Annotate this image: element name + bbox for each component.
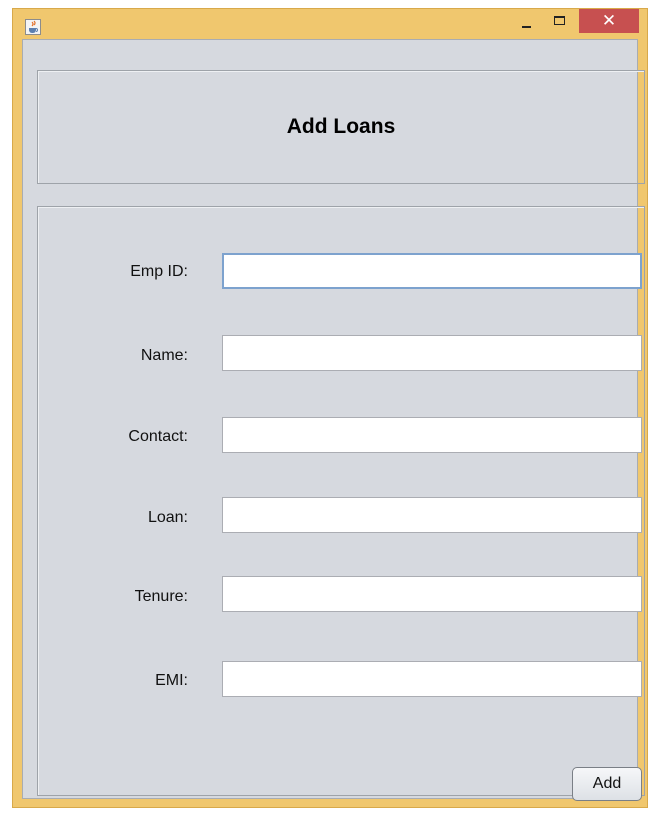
emp-id-input[interactable] bbox=[222, 253, 642, 289]
name-input[interactable] bbox=[222, 335, 642, 371]
close-icon[interactable]: ✕ bbox=[579, 9, 639, 33]
tenure-input[interactable] bbox=[222, 576, 642, 612]
add-button[interactable]: Add bbox=[572, 767, 642, 801]
app-window: ✕ Add Loans Emp ID: Name: Contact: Loan:… bbox=[12, 8, 648, 808]
page-title: Add Loans bbox=[286, 115, 396, 138]
loan-input[interactable] bbox=[222, 497, 642, 533]
minimize-icon[interactable] bbox=[509, 9, 543, 35]
content-pane: Add Loans Emp ID: Name: Contact: Loan: T… bbox=[22, 39, 645, 801]
emp-id-label: Emp ID: bbox=[130, 263, 188, 280]
loan-form: Emp ID: Name: Contact: Loan: Tenure: EMI… bbox=[37, 206, 645, 801]
java-cup-icon[interactable] bbox=[25, 19, 41, 35]
header-panel: Add Loans bbox=[37, 70, 645, 184]
maximize-icon[interactable] bbox=[543, 9, 577, 35]
tenure-label: Tenure: bbox=[134, 588, 188, 605]
contact-label: Contact: bbox=[128, 428, 188, 445]
emi-label: EMI: bbox=[155, 672, 188, 689]
contact-input[interactable] bbox=[222, 417, 642, 453]
loan-label: Loan: bbox=[147, 509, 188, 526]
title-bar[interactable]: ✕ bbox=[13, 9, 647, 41]
emi-input[interactable] bbox=[222, 661, 642, 697]
name-label: Name: bbox=[140, 347, 188, 364]
